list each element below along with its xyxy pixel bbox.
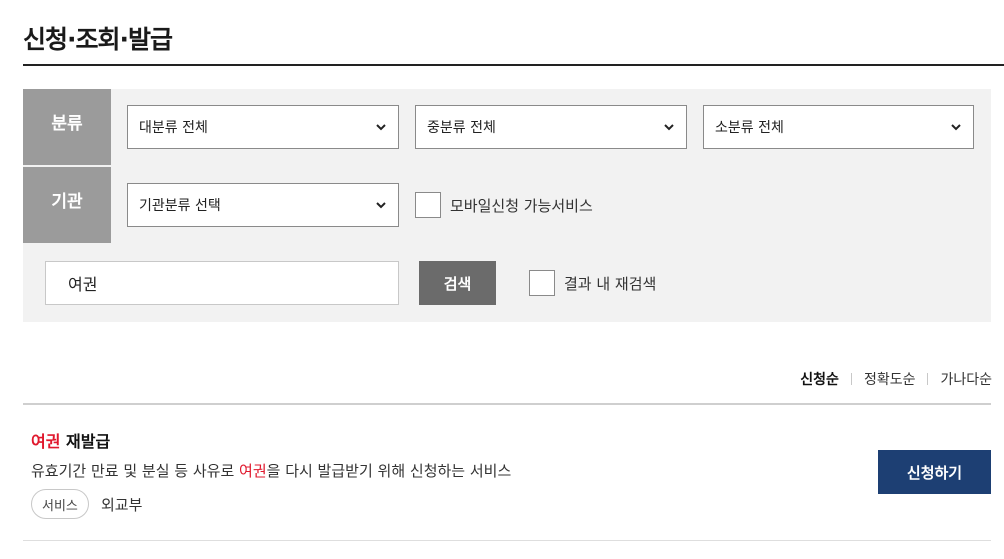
major-category-select[interactable]: 대분류 전체	[127, 105, 399, 149]
search-query: 여권	[68, 275, 98, 294]
mobile-service-label[interactable]: 모바일신청 가능서비스	[450, 195, 593, 216]
middle-category-value: 중분류 전체	[427, 120, 496, 136]
sort-divider	[927, 373, 929, 385]
middle-category-select[interactable]: 중분류 전체	[415, 105, 687, 149]
category-row-label: 분류	[23, 89, 111, 165]
minor-category-select[interactable]: 소분류 전체	[703, 105, 974, 149]
search-button[interactable]: 검색	[419, 261, 496, 305]
minor-category-value: 소분류 전체	[715, 120, 784, 136]
chevron-down-icon	[376, 124, 386, 131]
apply-button[interactable]: 신청하기	[878, 450, 991, 494]
result-title-highlight: 여권	[31, 432, 61, 451]
results-top-divider	[23, 403, 991, 405]
result-title[interactable]: 여권 재발급	[31, 428, 110, 452]
filter-panel: 분류 기관 대분류 전체 중분류 전체 소분류 전체 기관분류 선택 모바일신청…	[23, 89, 991, 322]
refine-search-checkbox[interactable]	[529, 270, 555, 296]
search-input[interactable]: 여권	[45, 261, 399, 305]
results-bottom-divider	[23, 540, 991, 541]
sort-bar: 신청순 정확도순 가나다순	[800, 369, 992, 389]
agency-row-label: 기관	[23, 167, 111, 243]
chevron-down-icon	[664, 124, 674, 131]
result-description: 유효기간 만료 및 분실 등 사유로 여권을 다시 발급받기 위해 신청하는 서…	[31, 460, 511, 481]
major-category-value: 대분류 전체	[139, 120, 208, 136]
sort-divider	[850, 373, 852, 385]
chevron-down-icon	[951, 124, 961, 131]
service-type-badge: 서비스	[31, 489, 89, 519]
result-title-rest: 재발급	[60, 432, 111, 451]
result-desc-text: 유효기간 만료 및 분실 등 사유로	[31, 462, 240, 480]
result-agency: 외교부	[101, 496, 143, 514]
title-divider	[23, 64, 1004, 66]
mobile-service-checkbox[interactable]	[415, 192, 441, 218]
result-desc-text: 을 다시 발급받기 위해 신청하는 서비스	[266, 462, 512, 480]
agency-select[interactable]: 기관분류 선택	[127, 183, 399, 227]
page-title: 신청·조회·발급	[23, 25, 173, 54]
chevron-down-icon	[376, 202, 386, 209]
refine-search-label[interactable]: 결과 내 재검색	[564, 273, 656, 294]
result-desc-highlight: 여권	[239, 462, 267, 480]
sort-option-accuracy[interactable]: 정확도순	[864, 369, 916, 389]
agency-select-value: 기관분류 선택	[139, 198, 221, 214]
sort-option-alphabetical[interactable]: 가나다순	[940, 369, 992, 389]
sort-option-apply-count[interactable]: 신청순	[800, 369, 839, 389]
